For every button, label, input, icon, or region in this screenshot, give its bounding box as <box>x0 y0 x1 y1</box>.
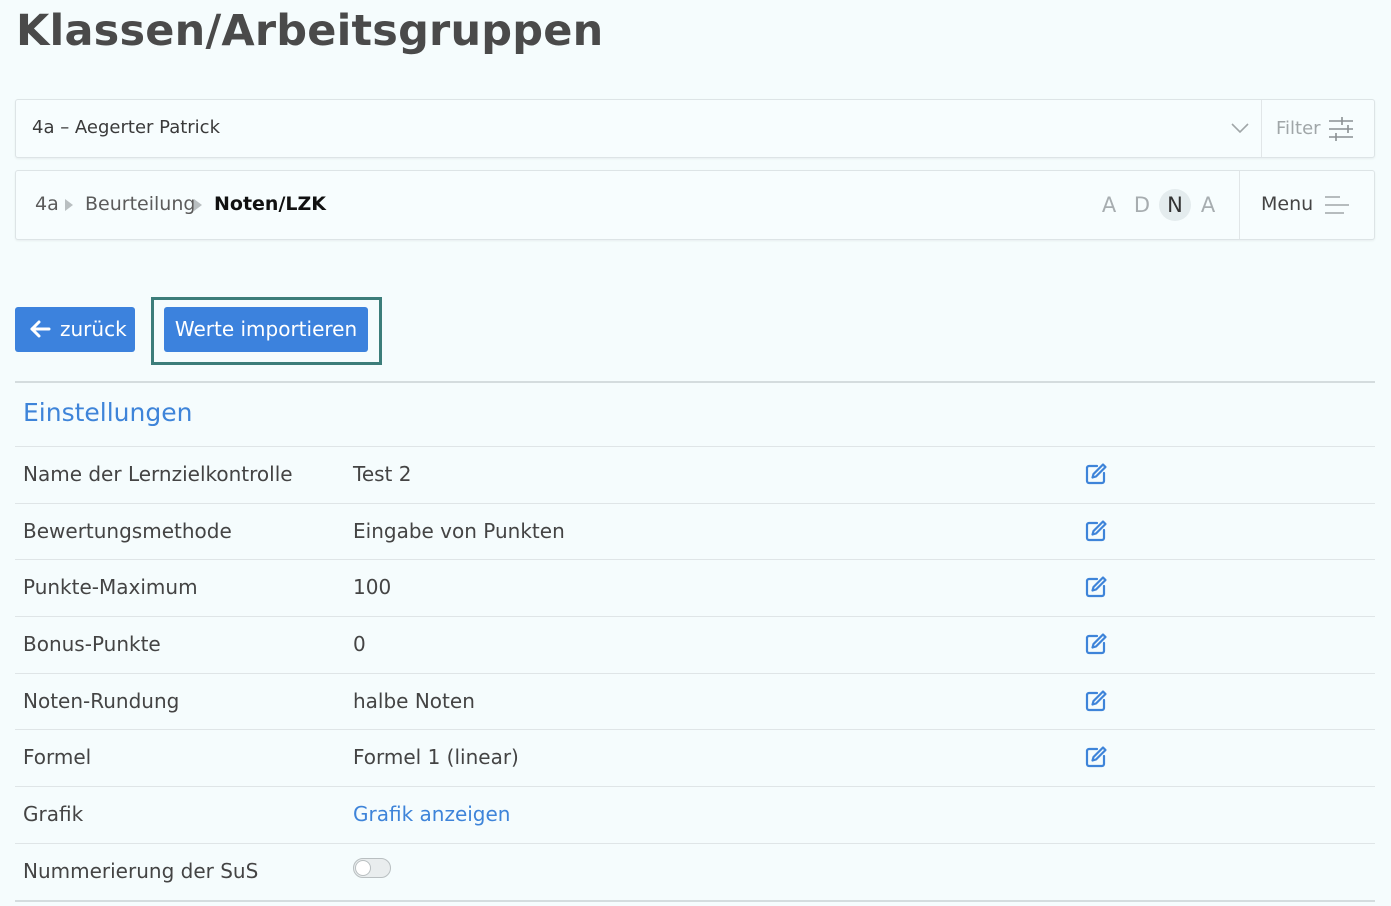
settings-row-key: Grafik <box>23 802 84 826</box>
filter-button[interactable]: Filter <box>1262 100 1374 157</box>
settings-row-value: 100 <box>353 575 392 599</box>
toggle-knob <box>355 860 371 876</box>
settings-row-value: Formel 1 (linear) <box>353 745 519 769</box>
settings-title: Einstellungen <box>23 398 193 427</box>
section-bottom-divider <box>15 900 1375 902</box>
settings-row-formula: Formel Formel 1 (linear) <box>15 729 1375 786</box>
settings-row-key: Formel <box>23 745 92 769</box>
menu-button[interactable]: Menu <box>1240 171 1374 239</box>
settings-row-numbering: Nummerierung der SuS <box>15 843 1375 900</box>
edit-icon[interactable] <box>1084 462 1108 486</box>
breadcrumb-item-current: Noten/LZK <box>214 193 326 215</box>
class-select-value: 4a – Aegerter Patrick <box>32 117 221 138</box>
edit-icon[interactable] <box>1084 689 1108 713</box>
breadcrumb-item-beurteilung[interactable]: Beurteilung <box>85 193 195 215</box>
edit-icon[interactable] <box>1084 632 1108 656</box>
settings-row-key: Bonus-Punkte <box>23 632 161 656</box>
settings-row-name: Name der Lernzielkontrolle Test 2 <box>15 446 1375 503</box>
breadcrumb-item-class[interactable]: 4a <box>35 193 59 215</box>
settings-row-method: Bewertungsmethode Eingabe von Punkten <box>15 503 1375 560</box>
view-toggle-d[interactable]: D <box>1126 189 1158 221</box>
edit-icon[interactable] <box>1084 519 1108 543</box>
view-toggle-a2[interactable]: A <box>1192 189 1224 221</box>
page-title: Klassen/Arbeitsgruppen <box>16 6 604 56</box>
filter-label: Filter <box>1276 118 1321 139</box>
settings-row-max-points: Punkte-Maximum 100 <box>15 559 1375 616</box>
settings-row-value: 0 <box>353 632 366 656</box>
edit-icon[interactable] <box>1084 745 1108 769</box>
settings-row-value: Eingabe von Punkten <box>353 519 565 543</box>
back-button[interactable]: zurück <box>15 307 135 352</box>
settings-row-key: Noten-Rundung <box>23 689 180 713</box>
back-button-label: zurück <box>60 317 127 341</box>
breadcrumb-separator-icon <box>194 199 202 211</box>
settings-row-key: Punkte-Maximum <box>23 575 198 599</box>
settings-row-key: Bewertungsmethode <box>23 519 232 543</box>
menu-label: Menu <box>1261 193 1314 215</box>
sliders-icon <box>1329 117 1353 141</box>
view-toggle-n[interactable]: N <box>1159 189 1191 221</box>
settings-row-rounding: Noten-Rundung halbe Noten <box>15 673 1375 730</box>
settings-row-chart: Grafik Grafik anzeigen <box>15 786 1375 843</box>
class-select[interactable]: 4a – Aegerter Patrick Filter <box>15 99 1375 158</box>
arrow-left-icon <box>30 320 51 338</box>
settings-row-key: Nummerierung der SuS <box>23 859 259 883</box>
import-values-button[interactable]: Werte importieren <box>164 307 368 352</box>
settings-row-value: halbe Noten <box>353 689 475 713</box>
settings-row-value: Test 2 <box>353 462 412 486</box>
breadcrumb-separator-icon <box>65 199 73 211</box>
show-chart-link[interactable]: Grafik anzeigen <box>353 802 510 826</box>
menu-lines-icon <box>1325 196 1349 214</box>
section-divider <box>15 381 1375 383</box>
numbering-toggle[interactable] <box>353 858 391 878</box>
settings-row-bonus: Bonus-Punkte 0 <box>15 616 1375 673</box>
view-toggle-a1[interactable]: A <box>1093 189 1125 221</box>
settings-row-key: Name der Lernzielkontrolle <box>23 462 293 486</box>
edit-icon[interactable] <box>1084 575 1108 599</box>
chevron-down-icon <box>1231 123 1249 134</box>
breadcrumb: 4a Beurteilung Noten/LZK A D N A Menu <box>15 170 1375 240</box>
